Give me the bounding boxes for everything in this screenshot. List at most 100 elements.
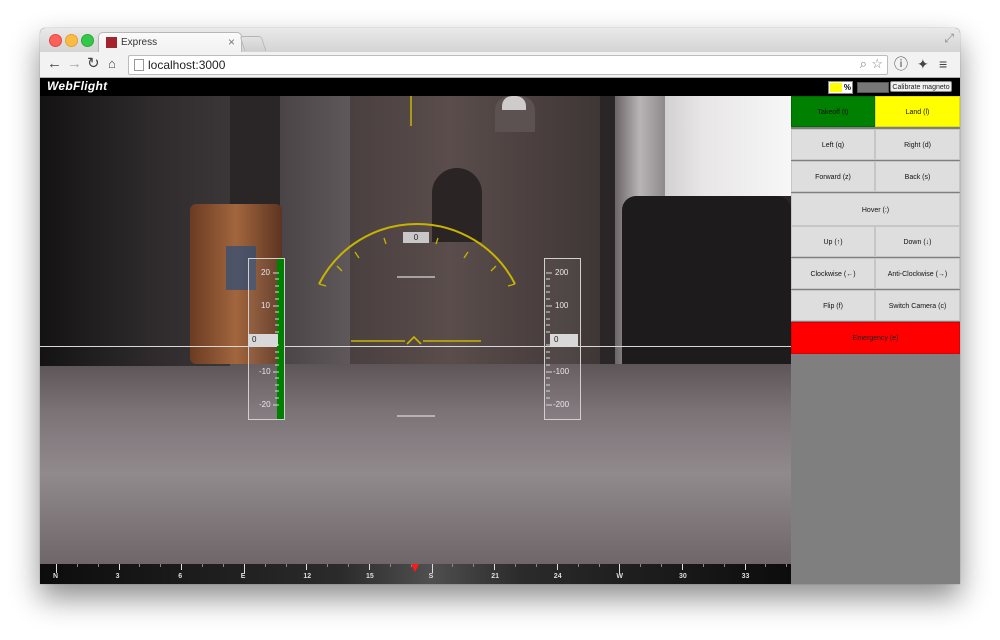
reload-icon[interactable]: ↻ (87, 55, 100, 73)
camera-feed: 0 20 10 -10 -20 0 200 100 -100 -200 0 (40, 96, 791, 564)
compass-minor-tick (139, 564, 141, 567)
window-close-button[interactable] (49, 34, 62, 47)
compass-major-tick (243, 564, 245, 573)
compass-minor-tick (535, 564, 537, 567)
back-button[interactable]: Back (s) (875, 161, 960, 192)
hamburger-icon[interactable]: ≡ (939, 55, 947, 73)
down-button[interactable]: Down (↓) (875, 226, 960, 257)
compass-major-tick (118, 564, 120, 570)
browser-window: Express × ⤢ ← → ↻ ⌂ localhost:3000 ⌕ ☆ ⓘ… (40, 28, 960, 584)
left-button[interactable]: Left (q) (791, 129, 875, 160)
magnifier-icon[interactable]: ⌕ (860, 56, 867, 72)
tab-title: Express (121, 37, 158, 48)
compass-major-tick (369, 564, 370, 570)
compass-minor-tick (202, 564, 204, 567)
compass-label: 21 (491, 573, 499, 580)
emergency-button[interactable]: Emergency (e) (791, 322, 960, 354)
info-icon[interactable]: ⓘ (894, 55, 908, 73)
compass-major-tick (619, 564, 621, 573)
flip-button[interactable]: Flip (f) (791, 290, 875, 321)
app-logo: WebFlight (47, 79, 108, 93)
vertical-speed-tick-label: -100 (553, 367, 570, 376)
compass-major-tick (56, 564, 57, 573)
land-button[interactable]: Land (l) (875, 96, 960, 127)
compass-major-tick (306, 564, 308, 570)
compass-minor-tick (264, 564, 266, 567)
compass-label: W (616, 573, 623, 580)
address-bar[interactable]: localhost:3000 ⌕ ☆ (128, 55, 888, 75)
control-panel: Takeoff (t) Land (l) Left (q) Right (d) … (791, 96, 960, 584)
close-icon[interactable]: × (228, 35, 235, 49)
altitude-tick-label: -10 (259, 367, 271, 376)
compass-label: S (428, 573, 434, 580)
compass-minor-tick (76, 564, 78, 567)
app-header: WebFlight % Calibrate magneto (40, 78, 960, 96)
attitude-indicator (351, 335, 481, 345)
webflight-app: WebFlight % Calibrate magneto 0 20 10 -1… (40, 78, 960, 584)
switch-camera-button[interactable]: Switch Camera (c) (875, 290, 960, 321)
compass-label: N (53, 573, 59, 580)
compass-minor-tick (348, 564, 350, 567)
compass-minor-tick (160, 564, 162, 567)
window-minimize-button[interactable] (65, 34, 78, 47)
compass-minor-tick (97, 564, 99, 567)
compass-strip: N 3 6 E 12 15 S 21 24 W 30 33 (40, 564, 791, 584)
star-icon[interactable]: ☆ (871, 56, 883, 72)
arrow-right-icon[interactable]: → (67, 55, 82, 73)
compass-label: 6 (178, 573, 183, 580)
compass-label: 30 (679, 573, 687, 580)
battery-level-fill (830, 83, 842, 92)
forward-button[interactable]: Forward (z) (791, 161, 875, 192)
compass-minor-tick (640, 564, 642, 567)
anticlockwise-button[interactable]: Anti-Clockwise (→) (875, 258, 960, 289)
battery-indicator: % (828, 81, 853, 94)
calibrate-magneto-button[interactable]: Calibrate magneto (890, 81, 952, 92)
compass-minor-tick (389, 564, 391, 567)
compass-heading-pointer (411, 564, 419, 572)
compass-major-tick (181, 564, 183, 570)
vertical-speed-tick-label: 100 (555, 301, 569, 310)
compass-minor-tick (598, 564, 600, 567)
compass-minor-tick (723, 564, 725, 567)
arrow-left-icon[interactable]: ← (47, 55, 62, 73)
heading-readout: 0 (403, 232, 429, 243)
compass-label: 33 (741, 573, 750, 580)
magneto-progress (857, 82, 889, 93)
compass-minor-tick (285, 564, 287, 567)
new-tab-button[interactable] (239, 36, 267, 51)
compass-minor-tick (327, 564, 329, 567)
compass-minor-tick (222, 564, 224, 567)
vertical-speed-readout: 0 (550, 334, 578, 346)
roll-arc-ticks (318, 237, 516, 287)
compass-major-tick (431, 564, 433, 573)
compass-minor-tick (473, 564, 475, 567)
altitude-tick-label: -20 (259, 400, 271, 409)
clockwise-button[interactable]: Clockwise (←) (791, 258, 875, 289)
favicon-icon (106, 37, 117, 48)
home-icon[interactable]: ⌂ (108, 55, 116, 73)
puzzle-icon[interactable]: ✦ (917, 55, 929, 73)
compass-minor-tick (661, 564, 663, 567)
vertical-speed-tick-label: 200 (555, 268, 569, 277)
expand-icon[interactable]: ⤢ (944, 31, 954, 46)
hud-overlay (318, 96, 516, 417)
compass-minor-tick (765, 564, 767, 567)
vertical-speed-tick-label: -200 (553, 400, 570, 409)
takeoff-button[interactable]: Takeoff (t) (791, 96, 875, 127)
compass-label: 24 (553, 573, 562, 580)
tab-express[interactable]: Express × (98, 32, 242, 53)
up-button[interactable]: Up (↑) (791, 226, 875, 257)
url-text[interactable]: localhost:3000 (148, 58, 225, 72)
right-button[interactable]: Right (d) (875, 129, 960, 160)
altitude-tick-label: 10 (261, 301, 270, 310)
altitude-readout: 0 (248, 334, 278, 346)
compass-major-tick (494, 564, 496, 570)
battery-label: % (843, 83, 851, 92)
browser-toolbar: ← → ↻ ⌂ localhost:3000 ⌕ ☆ ⓘ ✦ ≡ (40, 52, 960, 78)
compass-minor-tick (515, 564, 517, 567)
hover-button[interactable]: Hover (:) (791, 193, 960, 226)
tab-bar: Express × ⤢ (40, 28, 960, 53)
page-icon (134, 59, 144, 71)
window-maximize-button[interactable] (81, 34, 94, 47)
compass-major-tick (556, 564, 558, 570)
